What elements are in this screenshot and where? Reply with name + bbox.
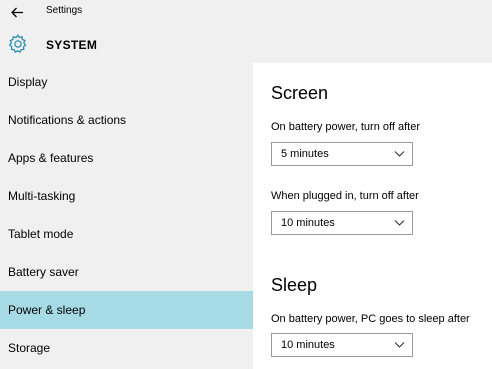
- sidebar-item-display[interactable]: Display: [0, 63, 253, 101]
- page-header: SYSTEM: [0, 25, 492, 63]
- chevron-down-icon: [394, 220, 405, 226]
- screen-plugged-label: When plugged in, turn off after: [271, 190, 419, 202]
- main-content: Screen On battery power, turn off after …: [253, 63, 492, 369]
- screen-battery-dropdown[interactable]: 5 minutes: [271, 142, 413, 166]
- window-title: Settings: [46, 5, 83, 16]
- title-bar: Settings: [0, 0, 492, 25]
- sidebar-item-notifications[interactable]: Notifications & actions: [0, 101, 253, 139]
- gear-icon: [8, 34, 27, 53]
- sidebar-item-power-sleep[interactable]: Power & sleep: [0, 291, 253, 329]
- sidebar-item-multitasking[interactable]: Multi-tasking: [0, 177, 253, 215]
- sidebar-item-label: Power & sleep: [8, 303, 86, 317]
- sidebar-item-label: Tablet mode: [8, 227, 74, 241]
- sidebar-item-label: Battery saver: [8, 265, 79, 279]
- sidebar-item-storage[interactable]: Storage: [0, 329, 253, 367]
- screen-plugged-dropdown[interactable]: 10 minutes: [271, 211, 413, 235]
- sidebar: Display Notifications & actions Apps & f…: [0, 63, 253, 369]
- dropdown-value: 5 minutes: [281, 148, 329, 160]
- sleep-section-title: Sleep: [271, 275, 318, 295]
- sidebar-item-label: Notifications & actions: [8, 113, 127, 127]
- sidebar-item-label: Apps & features: [8, 151, 94, 165]
- dropdown-value: 10 minutes: [281, 339, 335, 351]
- sidebar-item-tablet-mode[interactable]: Tablet mode: [0, 215, 253, 253]
- chevron-down-icon: [394, 342, 405, 348]
- screen-section-title: Screen: [271, 83, 329, 103]
- sidebar-item-label: Display: [8, 75, 48, 89]
- sidebar-item-label: Storage: [8, 341, 51, 355]
- sleep-battery-dropdown[interactable]: 10 minutes: [271, 333, 413, 357]
- page-title: SYSTEM: [46, 38, 98, 52]
- back-button[interactable]: [6, 2, 28, 22]
- dropdown-value: 10 minutes: [281, 217, 335, 229]
- sidebar-item-label: Multi-tasking: [8, 189, 76, 203]
- screen-battery-label: On battery power, turn off after: [271, 121, 420, 133]
- sidebar-item-battery-saver[interactable]: Battery saver: [0, 253, 253, 291]
- chevron-down-icon: [394, 151, 405, 157]
- sidebar-item-apps-features[interactable]: Apps & features: [0, 139, 253, 177]
- sleep-battery-label: On battery power, PC goes to sleep after: [271, 313, 470, 325]
- back-arrow-icon: [10, 7, 23, 17]
